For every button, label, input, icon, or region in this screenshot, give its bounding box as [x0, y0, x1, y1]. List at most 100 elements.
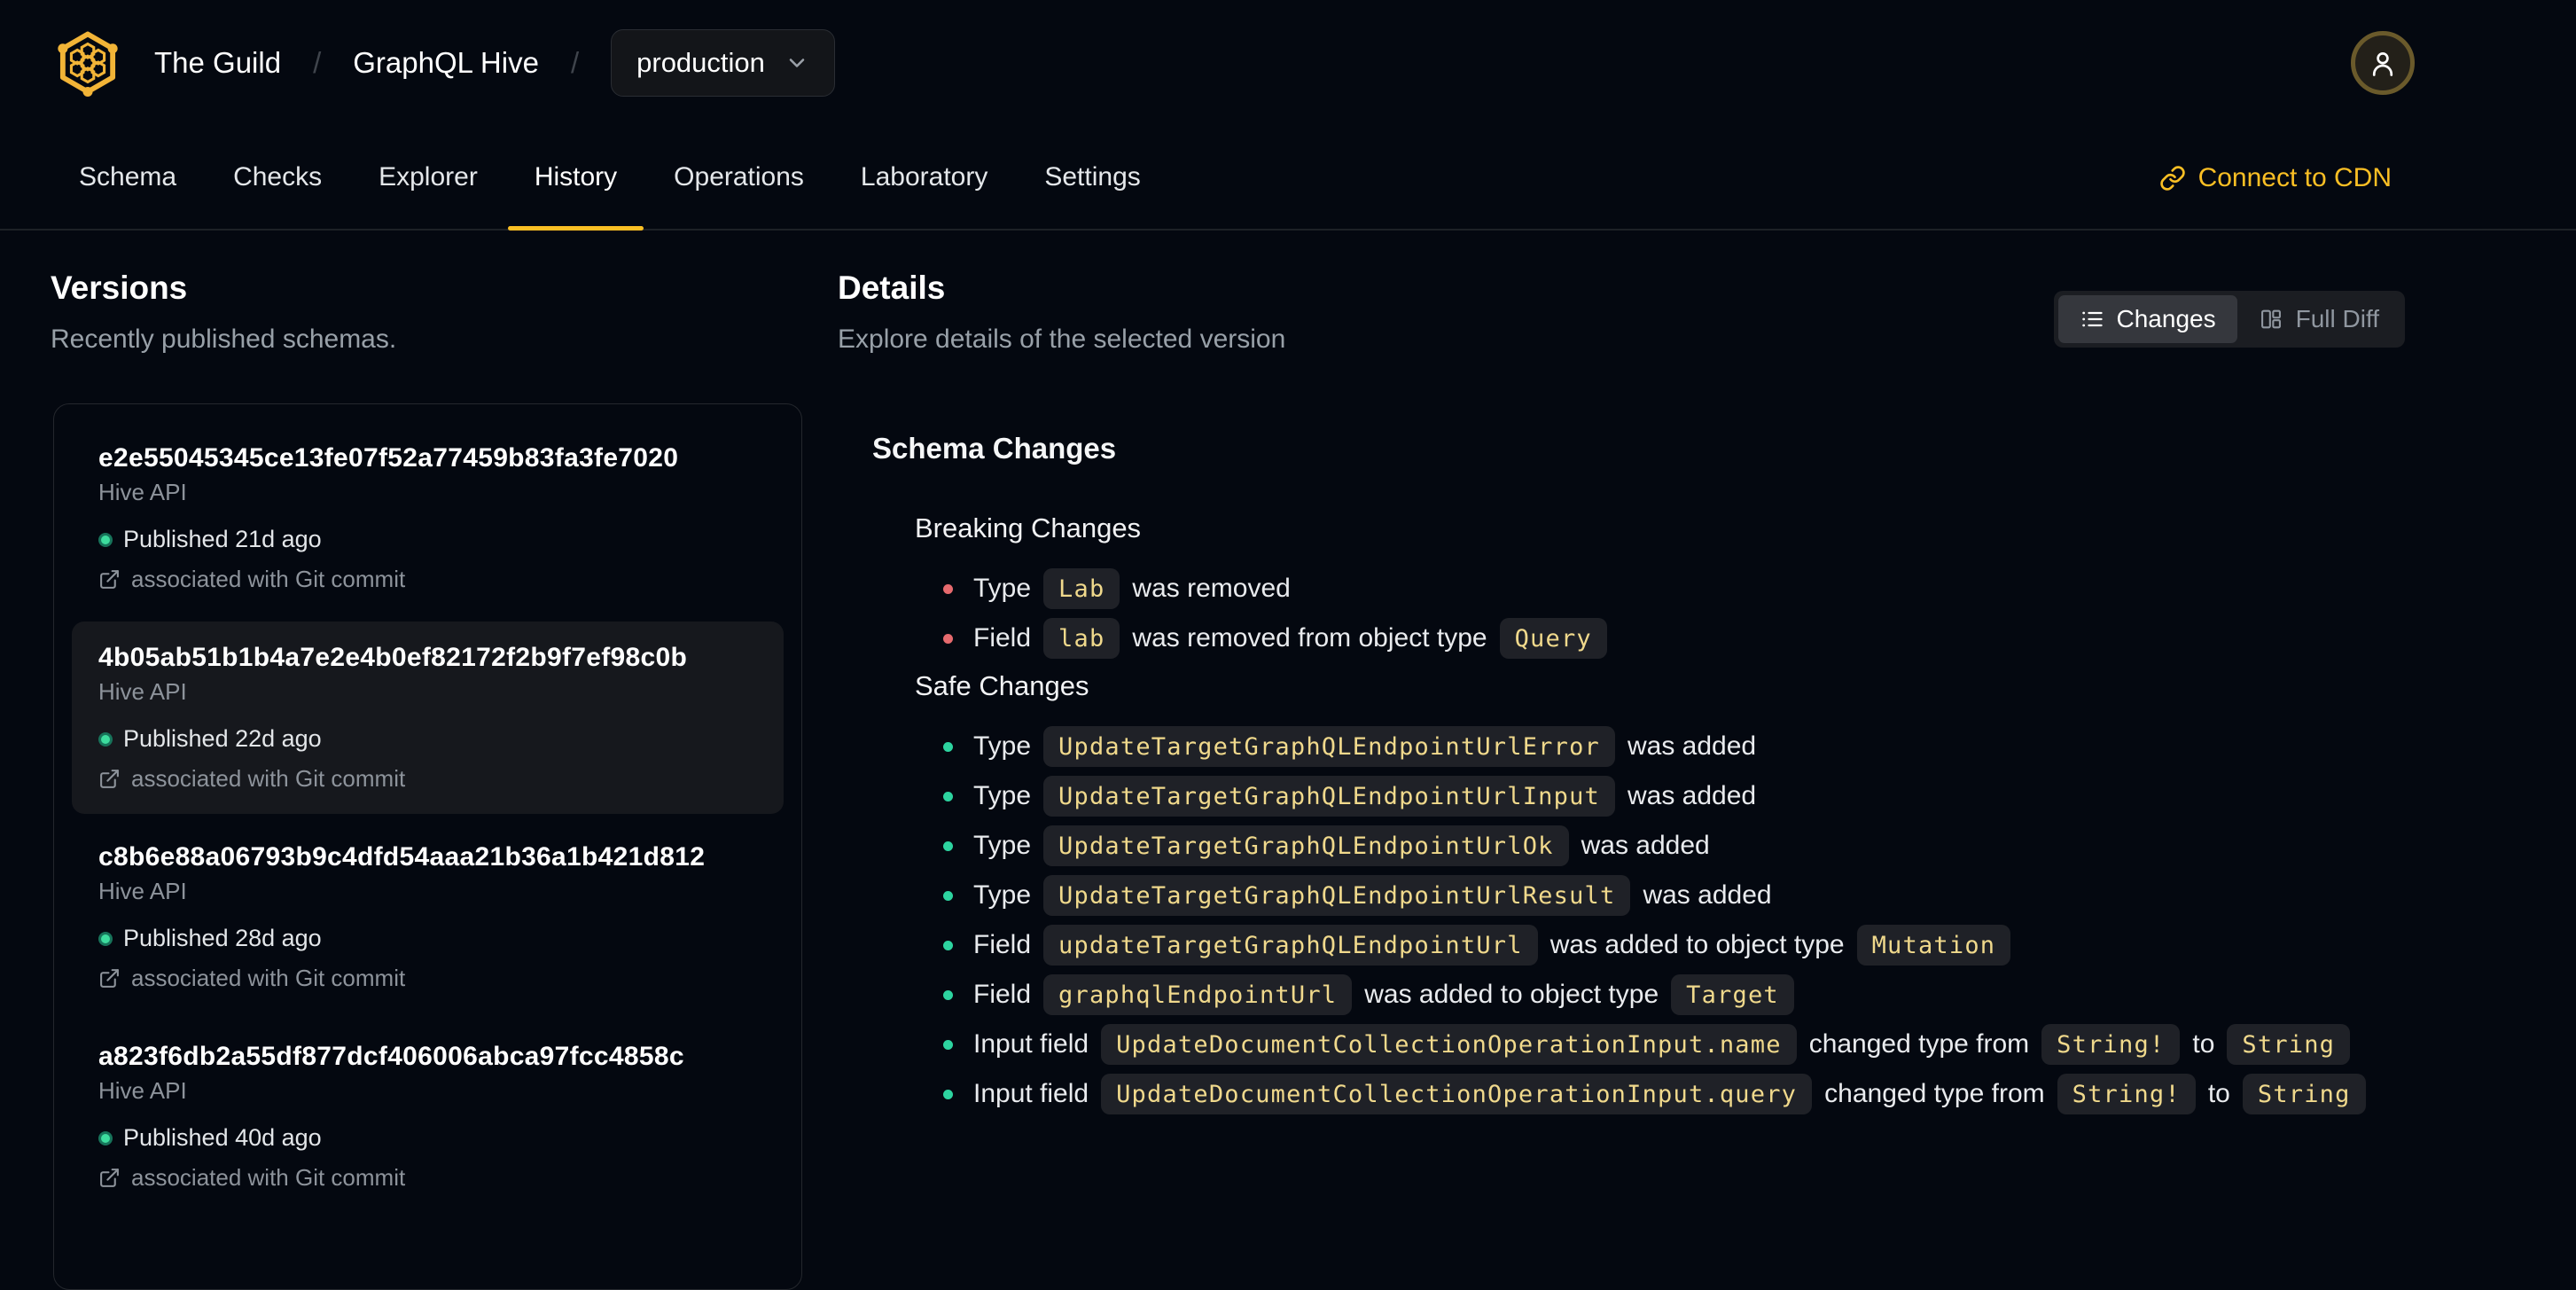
code-chip: String [2242, 1074, 2366, 1114]
git-commit-link[interactable]: associated with Git commit [98, 1164, 757, 1192]
change-text: was added to object type [1364, 980, 1659, 1009]
tab-label: Schema [79, 162, 177, 192]
change-text: Type [973, 574, 1032, 603]
active-tab-indicator [507, 226, 644, 231]
published-status-dot-icon [98, 931, 113, 946]
tab-label: Explorer [379, 162, 478, 192]
tab-schema[interactable]: Schema [52, 126, 203, 229]
code-chip: UpdateTargetGraphQLEndpointUrlResult [1043, 875, 1631, 916]
change-text: was removed from object type [1132, 623, 1487, 653]
safe-bullet-icon [943, 791, 953, 801]
version-published-label: Published 21d ago [123, 526, 322, 552]
change-text: was added [1628, 731, 1757, 761]
safe-bullet-icon [943, 741, 953, 752]
safe-changes-heading: Safe Changes [915, 670, 1089, 701]
breaking-bullet-icon [943, 633, 953, 644]
change-text: Input field [973, 1029, 1089, 1059]
version-hash: e2e55045345ce13fe07f52a77459b83fa3fe7020 [98, 443, 679, 473]
breadcrumb: The Guild / GraphQL Hive / production [53, 28, 835, 98]
changes-view-label: Changes [2116, 305, 2216, 332]
versions-title: Versions [51, 270, 188, 306]
details-subtitle: Explore details of the selected version [838, 324, 1286, 354]
change-text: Type [973, 781, 1032, 810]
safe-bullet-icon [943, 840, 953, 851]
changes-view-button[interactable]: Changes [2057, 295, 2237, 343]
tab-settings[interactable]: Settings [1018, 126, 1167, 229]
version-published-row: Published 28d ago [98, 925, 757, 952]
full-diff-view-button[interactable]: Full Diff [2237, 295, 2400, 343]
tab-laboratory[interactable]: Laboratory [834, 126, 1014, 229]
code-chip: lab [1043, 618, 1120, 659]
safe-change-row: Input field UpdateDocumentCollectionOper… [915, 1023, 2505, 1066]
safe-change-row: Type UpdateTargetGraphQLEndpointUrlError… [915, 725, 2505, 768]
published-status-dot-icon [98, 1130, 113, 1145]
safe-change-row: Type UpdateTargetGraphQLEndpointUrlInput… [915, 775, 2505, 817]
tab-label: Settings [1044, 162, 1141, 192]
version-card[interactable]: a823f6db2a55df877dcf406006abca97fcc4858c… [72, 1020, 784, 1213]
version-card[interactable]: e2e55045345ce13fe07f52a77459b83fa3fe7020… [72, 422, 784, 614]
tab-operations[interactable]: Operations [647, 126, 831, 229]
safe-change-row: Field graphqlEndpointUrl was added to ob… [915, 973, 2505, 1016]
change-text: changed type from [1824, 1079, 2045, 1108]
user-menu-button[interactable] [2351, 31, 2415, 95]
target-selector-value: production [636, 47, 765, 78]
change-text: was added to object type [1550, 930, 1845, 959]
change-text: Field [973, 980, 1032, 1009]
version-service: Hive API [98, 1077, 187, 1104]
safe-change-row: Type UpdateTargetGraphQLEndpointUrlResul… [915, 874, 2505, 917]
code-chip: UpdateDocumentCollectionOperationInput.q… [1101, 1074, 1813, 1114]
target-selector[interactable]: production [611, 29, 835, 97]
git-commit-label: associated with Git commit [131, 566, 406, 592]
schema-changes-panel: Schema Changes Breaking Changes Type Lab… [872, 431, 2505, 1122]
safe-bullet-icon [943, 989, 953, 1000]
hive-logo-icon[interactable] [53, 28, 122, 98]
list-icon [2081, 311, 2103, 327]
change-text: to [2207, 1079, 2230, 1108]
change-text: was removed [1132, 574, 1291, 603]
tab-explorer[interactable]: Explorer [352, 126, 504, 229]
version-service: Hive API [98, 479, 187, 505]
code-chip: String! [2041, 1024, 2181, 1065]
safe-bullet-icon [943, 1089, 953, 1099]
version-published-label: Published 40d ago [123, 1124, 322, 1151]
app-header: The Guild / GraphQL Hive / production [0, 0, 2576, 126]
safe-change-row: Type UpdateTargetGraphQLEndpointUrlOk wa… [915, 825, 2505, 867]
tab-checks[interactable]: Checks [207, 126, 348, 229]
version-hash: a823f6db2a55df877dcf406006abca97fcc4858c [98, 1042, 684, 1071]
breadcrumb-org[interactable]: The Guild [154, 46, 281, 80]
change-text: changed type from [1808, 1029, 2030, 1059]
published-status-dot-icon [98, 532, 113, 547]
version-hash: 4b05ab51b1b4a7e2e4b0ef82172f2b9f7ef98c0b [98, 643, 688, 672]
breaking-change-row: Type Lab was removed [915, 567, 2505, 610]
breaking-bullet-icon [943, 583, 953, 594]
code-chip: UpdateTargetGraphQLEndpointUrlError [1043, 726, 1615, 767]
code-chip: Query [1499, 618, 1607, 659]
link-icon [2159, 166, 2185, 191]
details-view-toggle: Changes Full Diff [2053, 291, 2405, 348]
details-title: Details [838, 270, 946, 306]
change-text: Type [973, 831, 1032, 860]
git-commit-label: associated with Git commit [131, 765, 406, 792]
breaking-change-row: Field lab was removed from object type Q… [915, 617, 2505, 660]
schema-changes-title: Schema Changes [872, 432, 1117, 465]
change-text: to [2192, 1029, 2215, 1059]
git-commit-link[interactable]: associated with Git commit [98, 965, 757, 992]
tab-history[interactable]: History [507, 126, 644, 231]
change-text: was added [1628, 781, 1757, 810]
safe-change-row: Field updateTargetGraphQLEndpointUrl was… [915, 924, 2505, 966]
breadcrumb-separator: / [313, 46, 322, 79]
git-commit-link[interactable]: associated with Git commit [98, 566, 757, 593]
external-link-icon [100, 969, 119, 988]
connect-to-cdn-button[interactable]: Connect to CDN [2159, 126, 2392, 231]
git-commit-label: associated with Git commit [131, 965, 406, 991]
version-card-selected[interactable]: 4b05ab51b1b4a7e2e4b0ef82172f2b9f7ef98c0b… [72, 622, 784, 814]
version-card[interactable]: c8b6e88a06793b9c4dfd54aaa21b36a1b421d812… [72, 821, 784, 1013]
breadcrumb-project[interactable]: GraphQL Hive [353, 46, 539, 80]
safe-bullet-icon [943, 940, 953, 950]
version-list: e2e55045345ce13fe07f52a77459b83fa3fe7020… [53, 403, 802, 1290]
git-commit-link[interactable]: associated with Git commit [98, 765, 757, 793]
tab-label: History [534, 162, 618, 192]
change-text: Type [973, 731, 1032, 761]
change-text: Type [973, 880, 1032, 910]
safe-changes-section: Safe Changes Type UpdateTargetGraphQLEnd… [915, 670, 2505, 1115]
